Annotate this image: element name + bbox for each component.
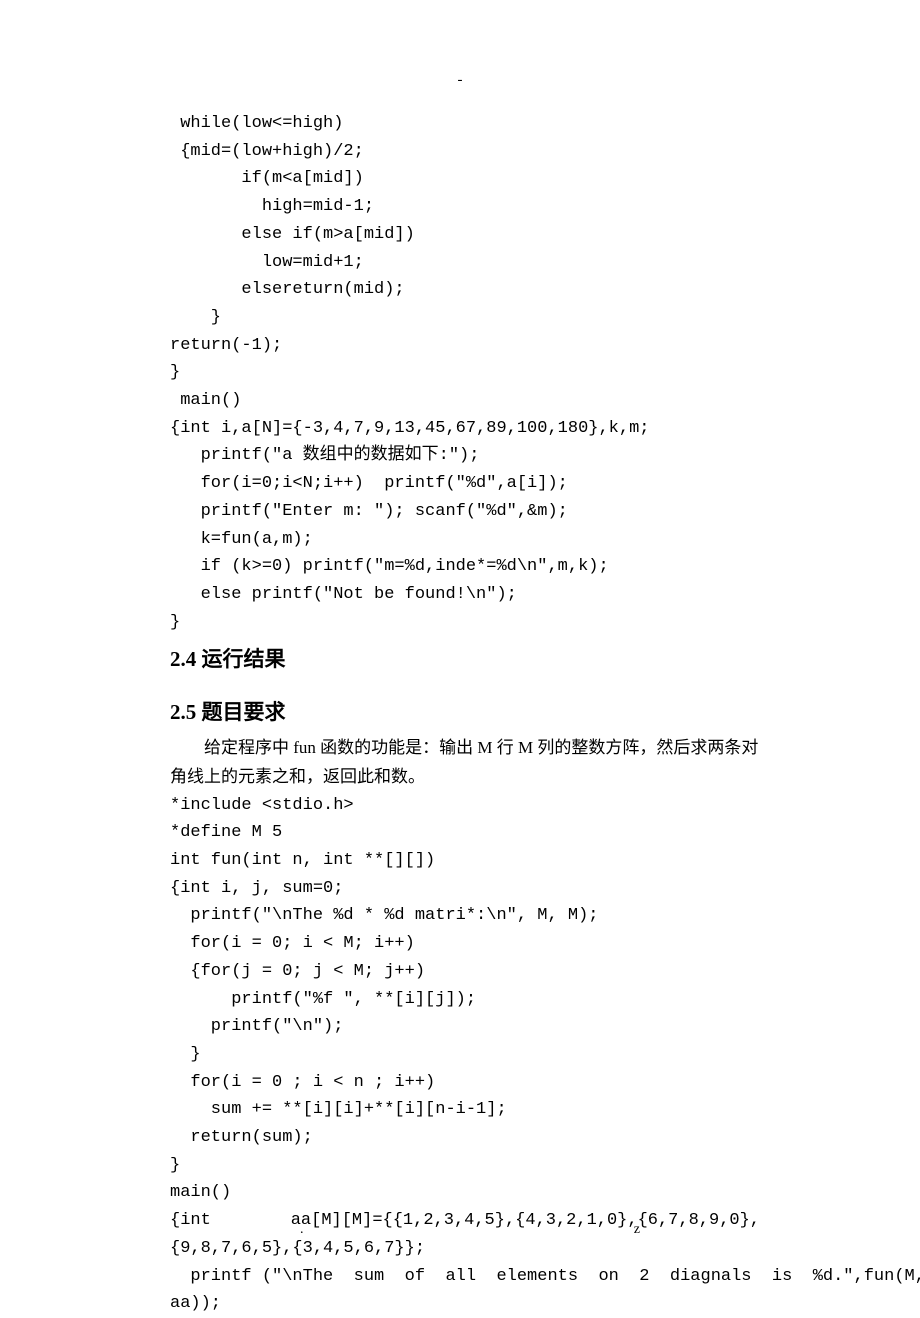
header-mark: - [458,68,463,92]
footer-right: z [634,1219,640,1242]
footer: . z [170,1219,760,1242]
code-block-1: while(low<=high) {mid=(low+high)/2; if(m… [170,110,760,636]
code-block-2b: {9,8,7,6,5},{3,4,5,6,7}}; printf ("\nThe… [170,1235,760,1318]
heading-2-4: 2.4 运行结果 [170,642,760,676]
footer-left: . [300,1219,304,1242]
problem-description: 给定程序中 fun 函数的功能是：输出 M 行 M 列的整数方阵，然后求两条对角… [170,733,760,792]
heading-2-5: 2.5 题目要求 [170,695,760,729]
page: - while(low<=high) {mid=(low+high)/2; if… [0,0,920,1302]
code-block-2a: *include <stdio.h> *define M 5 int fun(i… [170,792,760,1208]
